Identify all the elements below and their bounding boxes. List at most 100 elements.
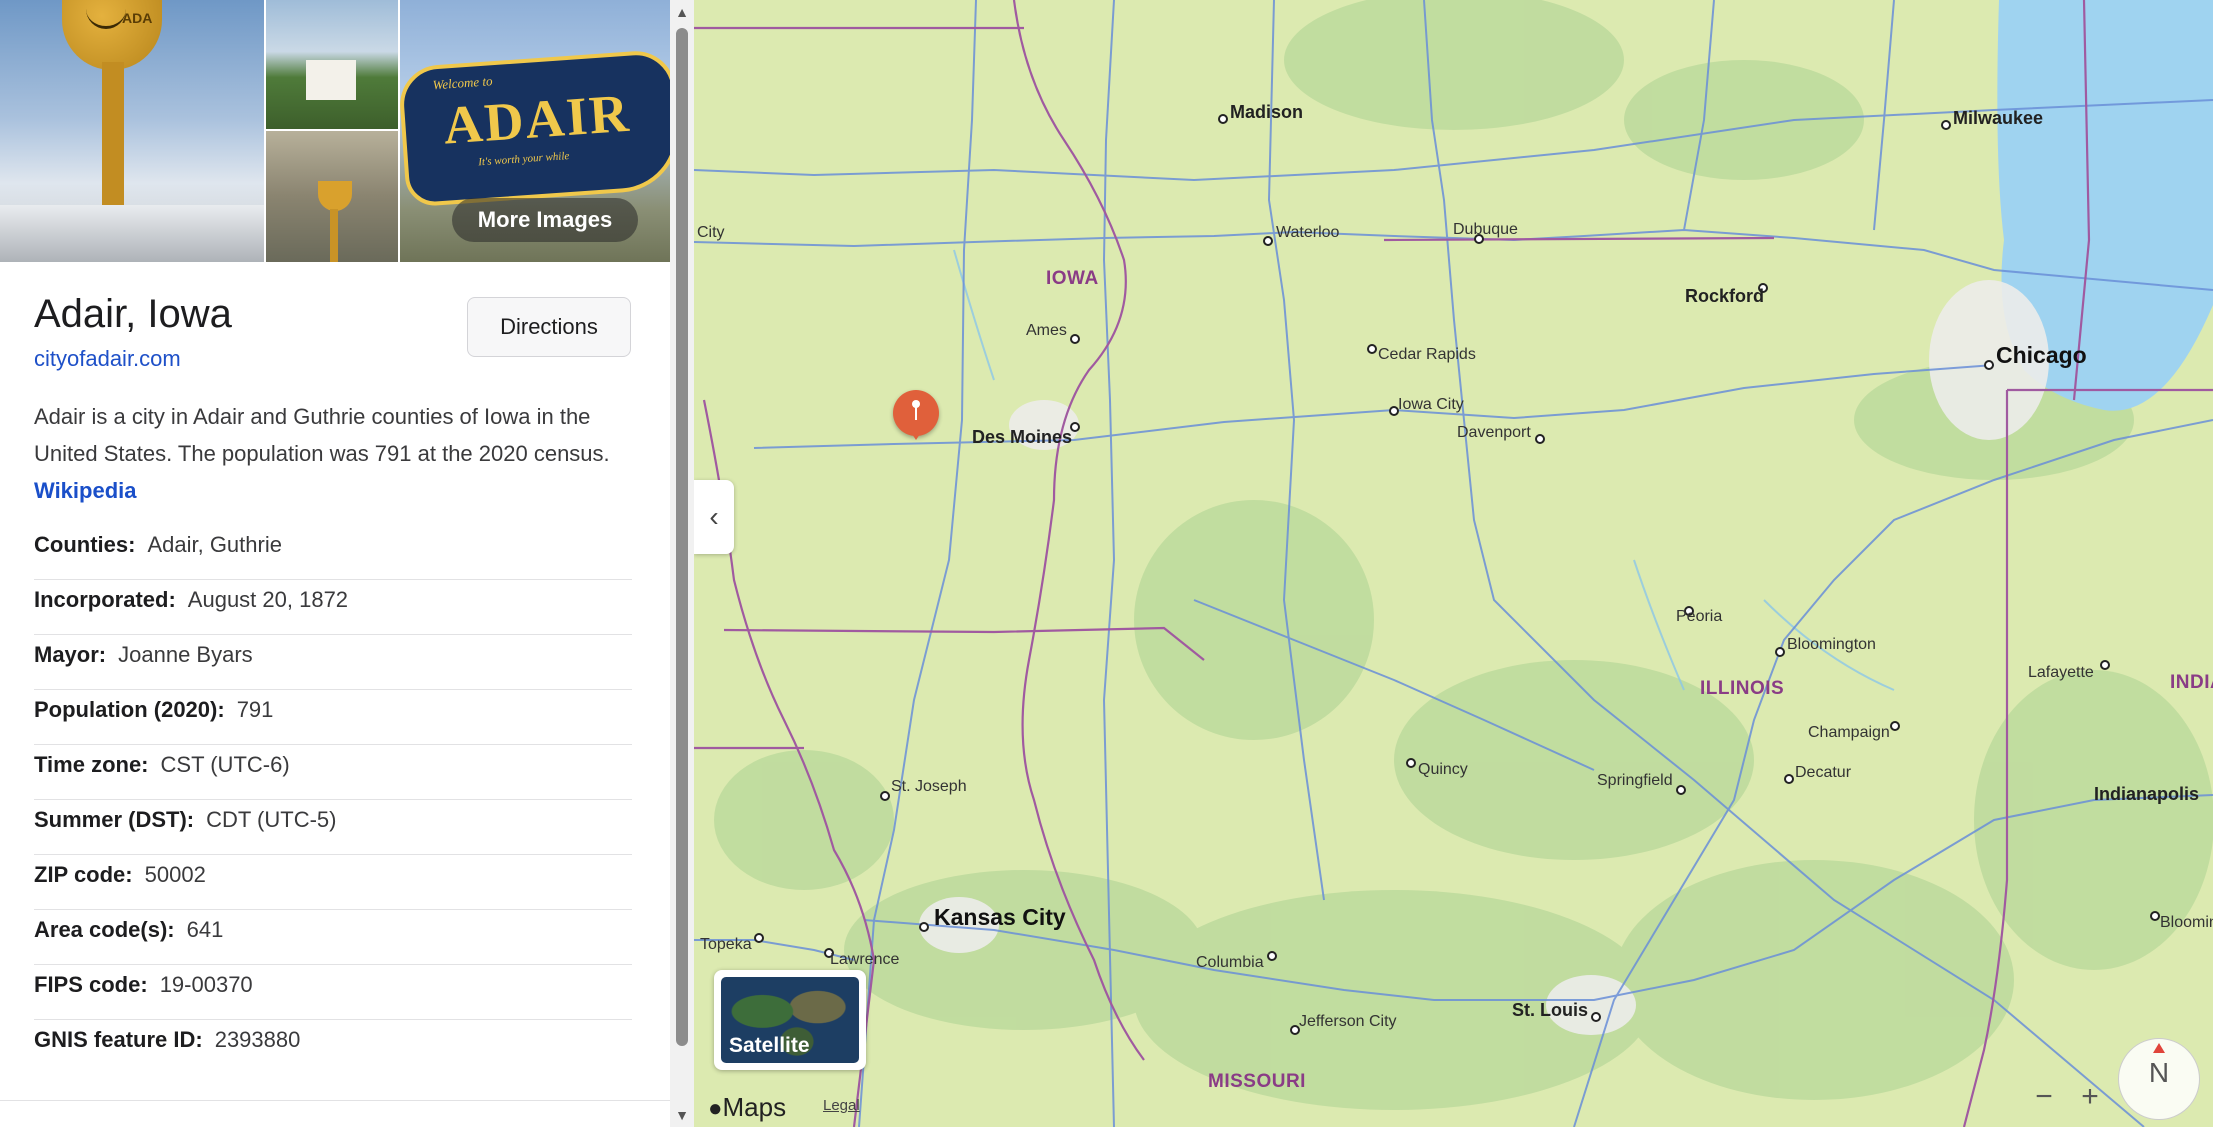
label-decatur[interactable]: Decatur: [1795, 764, 1851, 782]
label-des-moines[interactable]: Des Moines: [972, 427, 1072, 448]
label-peoria[interactable]: Peoria: [1676, 608, 1722, 626]
label-topeka[interactable]: Topeka: [700, 936, 752, 954]
city-dot: [880, 791, 890, 801]
fact-population: Population (2020): 791: [34, 690, 632, 745]
label-jefferson-city[interactable]: Jefferson City: [1299, 1013, 1397, 1031]
wikipedia-link[interactable]: Wikipedia: [34, 478, 137, 503]
fact-zip-code: ZIP code: 50002: [34, 855, 632, 910]
label-waterloo[interactable]: Waterloo: [1276, 224, 1339, 242]
collapse-panel-button[interactable]: ‹: [694, 480, 734, 554]
fact-area-codes: Area code(s): 641: [34, 910, 632, 965]
label-quincy[interactable]: Quincy: [1418, 761, 1468, 779]
label-madison[interactable]: Madison: [1230, 102, 1303, 123]
label-milwaukee[interactable]: Milwaukee: [1953, 108, 2043, 129]
panel-scrollbar[interactable]: ▲ ▼: [670, 0, 694, 1127]
street-photo[interactable]: [266, 0, 398, 129]
fact-value: Adair, Guthrie: [147, 532, 282, 557]
sign-welcome-text: Welcome to: [432, 73, 493, 93]
water-tower-column-small: [330, 209, 338, 262]
label-champaign[interactable]: Champaign: [1808, 724, 1890, 742]
label-bloomin-edge[interactable]: Bloomin: [2160, 914, 2213, 932]
facts-list: Counties: Adair, Guthrie Incorporated: Aug…: [34, 525, 632, 1074]
compass-label: N: [2148, 1057, 2170, 1088]
zoom-out-button[interactable]: −: [2024, 1079, 2064, 1115]
place-panel: ADA Welcome to ADAIR It's worth your whi…: [0, 0, 670, 1127]
label-city-edge[interactable]: City: [697, 224, 725, 242]
label-dubuque[interactable]: Dubuque: [1453, 221, 1518, 239]
fact-value: 791: [236, 697, 274, 722]
location-pin-icon[interactable]: [893, 390, 939, 440]
label-davenport[interactable]: Davenport: [1457, 424, 1531, 442]
city-dot: [1218, 114, 1228, 124]
website-link[interactable]: cityofadair.com: [34, 346, 181, 372]
city-dot: [1941, 120, 1951, 130]
border-iowa-missouri: [723, 626, 1205, 661]
fact-value: 641: [186, 917, 224, 942]
fact-value: CDT (UTC-5): [206, 807, 337, 832]
label-st-louis[interactable]: St. Louis: [1512, 1000, 1588, 1021]
pin-stem: [915, 406, 917, 420]
sign-town-name: ADAIR: [441, 82, 633, 156]
maps-brand-text: Maps: [722, 1092, 787, 1122]
compass-north-arrow-icon: [2153, 1043, 2165, 1053]
zoom-in-button[interactable]: +: [2070, 1079, 2110, 1115]
place-title: Adair, Iowa: [34, 292, 232, 336]
satellite-toggle-button[interactable]: Satellite: [714, 970, 866, 1070]
scrollbar-thumb[interactable]: [676, 28, 688, 1046]
fact-key: Time zone:: [34, 752, 149, 777]
fact-fips-code: FIPS code: 19-00370: [34, 965, 632, 1020]
fact-incorporated: Incorporated: August 20, 1872: [34, 580, 632, 635]
city-dot: [1535, 434, 1545, 444]
directions-button[interactable]: Directions: [467, 297, 631, 357]
label-chicago[interactable]: Chicago: [1996, 342, 2087, 369]
aerial-tower-photo[interactable]: [266, 131, 398, 262]
city-dot: [919, 922, 929, 932]
building-roof: [0, 205, 264, 262]
label-indianapolis[interactable]: Indianapolis: [2094, 784, 2199, 805]
compass-button[interactable]: N: [2118, 1038, 2200, 1120]
fact-key: Counties:: [34, 532, 136, 557]
label-kansas-city[interactable]: Kansas City: [934, 904, 1066, 931]
label-columbia[interactable]: Columbia: [1196, 954, 1264, 972]
label-cedar-rapids[interactable]: Cedar Rapids: [1378, 346, 1476, 364]
fact-time-zone: Time zone: CST (UTC-6): [34, 745, 632, 800]
scroll-down-arrow-icon[interactable]: ▼: [670, 1103, 694, 1127]
legal-link[interactable]: Legal: [823, 1097, 860, 1114]
label-bloomington[interactable]: Bloomington: [1787, 636, 1876, 654]
place-description: Adair is a city in Adair and Guthrie cou…: [34, 398, 634, 509]
city-dot: [1367, 344, 1377, 354]
fact-key: ZIP code:: [34, 862, 133, 887]
label-ames[interactable]: Ames: [1026, 322, 1067, 340]
city-dot: [754, 933, 764, 943]
scroll-up-arrow-icon[interactable]: ▲: [670, 0, 694, 24]
city-dot: [1070, 334, 1080, 344]
fact-summer-dst: Summer (DST): CDT (UTC-5): [34, 800, 632, 855]
city-dot: [1406, 758, 1416, 768]
fact-mayor: Mayor: Joanne Byars: [34, 635, 632, 690]
state-label-missouri: MISSOURI: [1208, 1071, 1306, 1092]
fact-value: CST (UTC-6): [160, 752, 290, 777]
fact-key: Summer (DST):: [34, 807, 195, 832]
map-base-layer: [694, 0, 2213, 1127]
more-images-button[interactable]: More Images: [452, 198, 638, 242]
label-lawrence[interactable]: Lawrence: [830, 951, 899, 969]
label-rockford[interactable]: Rockford: [1685, 286, 1764, 307]
label-springfield[interactable]: Springfield: [1597, 772, 1673, 790]
map-view[interactable]: Madison Milwaukee City Waterloo Dubuque …: [694, 0, 2213, 1127]
city-dot: [1267, 951, 1277, 961]
fact-key: Incorporated:: [34, 587, 176, 612]
fact-value: 19-00370: [159, 972, 253, 997]
label-iowa-city[interactable]: Iowa City: [1398, 396, 1464, 414]
fact-value: 2393880: [214, 1027, 301, 1052]
fact-key: Population (2020):: [34, 697, 225, 722]
label-lafayette[interactable]: Lafayette: [2028, 664, 2094, 682]
fact-key: Area code(s):: [34, 917, 175, 942]
image-gallery[interactable]: ADA Welcome to ADAIR It's worth your whi…: [0, 0, 670, 262]
fact-gnis-id: GNIS feature ID: 2393880: [34, 1020, 632, 1074]
label-st-joseph[interactable]: St. Joseph: [891, 778, 967, 796]
fact-key: GNIS feature ID:: [34, 1027, 203, 1052]
city-dot: [1591, 1012, 1601, 1022]
state-label-illinois: ILLINOIS: [1700, 678, 1785, 699]
water-tower-photo[interactable]: ADA: [0, 0, 264, 262]
city-dot: [1984, 360, 1994, 370]
